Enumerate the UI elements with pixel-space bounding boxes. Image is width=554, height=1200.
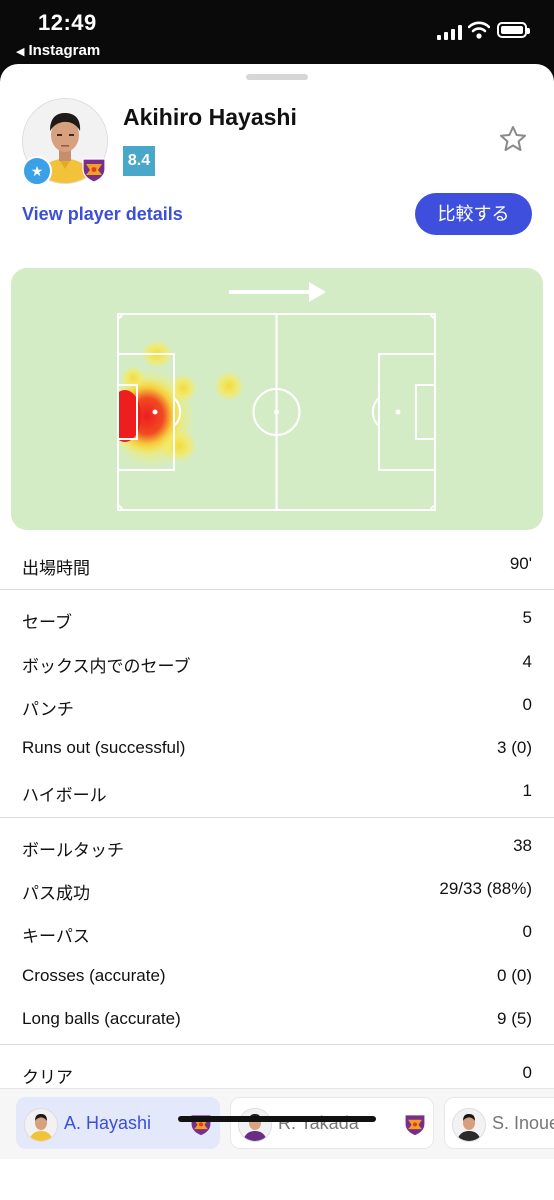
heatmap-card bbox=[11, 268, 543, 530]
stat-row: ハイボール 1 bbox=[0, 769, 554, 812]
stat-value: 0 bbox=[522, 1063, 532, 1083]
player-tab-takada[interactable]: R. Takada bbox=[230, 1097, 434, 1149]
stat-row: Runs out (successful) 3 (0) bbox=[0, 726, 554, 769]
back-to-app-link[interactable]: ◀ Instagram bbox=[16, 42, 100, 59]
stat-row: 出場時間 90' bbox=[0, 542, 554, 585]
player-tab-hayashi[interactable]: A. Hayashi bbox=[16, 1097, 220, 1149]
player-tab-bar: A. Hayashi R. Takada S. Inoue bbox=[0, 1088, 554, 1159]
stat-value: 0 bbox=[522, 922, 532, 942]
stat-value: 0 (0) bbox=[497, 965, 532, 985]
stat-label: 出場時間 bbox=[22, 559, 90, 578]
player-avatar-small bbox=[24, 1108, 58, 1142]
attack-direction-arrow-icon bbox=[229, 282, 326, 302]
back-triangle-icon: ◀ bbox=[16, 46, 25, 58]
wifi-icon bbox=[468, 21, 490, 39]
stat-row: パス成功 29/33 (88%) bbox=[0, 867, 554, 910]
stat-value: 9 (5) bbox=[497, 1008, 532, 1028]
stat-value: 4 bbox=[522, 651, 532, 671]
sheet-grabber[interactable] bbox=[246, 74, 308, 80]
back-app-label: Instagram bbox=[28, 42, 101, 59]
stat-label: Crosses (accurate) bbox=[22, 965, 166, 985]
cellular-signal-icon bbox=[437, 24, 463, 40]
stat-value: 5 bbox=[522, 608, 532, 628]
player-tab-name: S. Inoue bbox=[492, 1113, 554, 1133]
player-tab-name: A. Hayashi bbox=[64, 1113, 152, 1133]
view-player-details-link[interactable]: View player details bbox=[22, 204, 183, 225]
stat-label: Runs out (successful) bbox=[22, 738, 186, 758]
stat-row: ボックス内でのセーブ 4 bbox=[0, 640, 554, 683]
featured-star-icon: ★ bbox=[22, 156, 52, 186]
stat-value: 90' bbox=[509, 554, 532, 573]
club-crest-icon bbox=[82, 158, 106, 183]
favorite-star-icon[interactable] bbox=[498, 124, 528, 154]
stat-label: パス成功 bbox=[22, 884, 90, 904]
battery-icon bbox=[497, 22, 530, 38]
stat-label: セーブ bbox=[22, 613, 72, 633]
stat-row: ボールタッチ 38 bbox=[0, 824, 554, 867]
stat-row: Long balls (accurate) 9 (5) bbox=[0, 997, 554, 1040]
stat-label: ハイボール bbox=[22, 786, 107, 806]
stat-label: ボックス内でのセーブ bbox=[22, 656, 191, 676]
section-divider bbox=[0, 589, 554, 591]
stat-label: パンチ bbox=[22, 699, 74, 719]
stat-row: Crosses (accurate) 0 (0) bbox=[0, 954, 554, 997]
stats-list: 出場時間 90' セーブ 5 ボックス内でのセーブ 4 パンチ 0 Runs o… bbox=[0, 542, 554, 1095]
stat-value: 0 bbox=[522, 694, 532, 714]
section-divider bbox=[0, 816, 554, 818]
stat-row: キーパス 0 bbox=[0, 910, 554, 953]
heatmap-pitch bbox=[117, 282, 436, 511]
section-divider bbox=[0, 1044, 554, 1046]
heat-zones bbox=[118, 340, 244, 468]
stat-value: 38 bbox=[513, 835, 532, 855]
player-avatar-small bbox=[238, 1108, 272, 1142]
stat-label: クリア bbox=[22, 1068, 73, 1088]
stat-row: パンチ 0 bbox=[0, 683, 554, 726]
player-name: Akihiro Hayashi bbox=[123, 104, 297, 130]
player-sheet: ★ Akihiro Hayashi 8.4 View player detail… bbox=[0, 64, 554, 1200]
stat-value: 3 (0) bbox=[497, 738, 532, 758]
status-time: 12:49 bbox=[38, 10, 97, 35]
compare-button[interactable]: 比較する bbox=[415, 193, 532, 235]
stat-label: キーパス bbox=[22, 927, 90, 947]
stat-value: 1 bbox=[522, 781, 532, 801]
status-bar: 12:49 ◀ Instagram bbox=[0, 0, 554, 64]
player-avatar-small bbox=[452, 1108, 486, 1142]
stat-row: セーブ 5 bbox=[0, 596, 554, 639]
player-tab-inoue[interactable]: S. Inoue bbox=[444, 1097, 554, 1149]
home-indicator[interactable] bbox=[178, 1116, 376, 1122]
stat-value: 29/33 (88%) bbox=[439, 879, 532, 899]
player-rating-badge: 8.4 bbox=[123, 146, 155, 176]
stat-label: ボールタッチ bbox=[22, 840, 124, 860]
stat-label: Long balls (accurate) bbox=[22, 1008, 181, 1028]
club-crest-icon bbox=[405, 1115, 425, 1136]
